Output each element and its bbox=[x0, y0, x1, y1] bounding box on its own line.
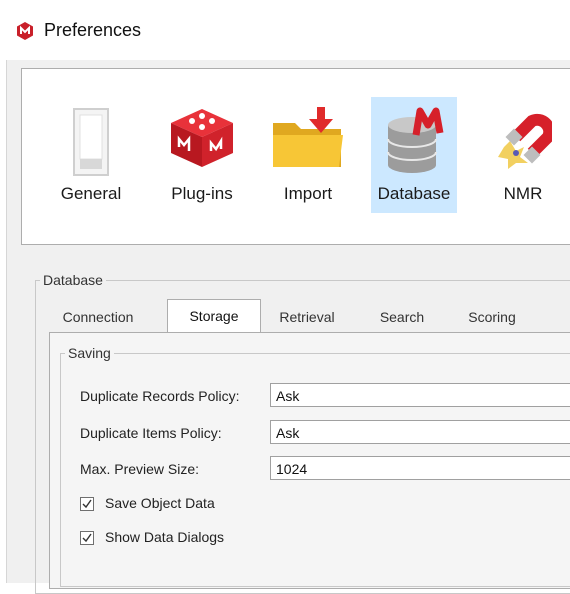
plugins-cube-icon bbox=[171, 109, 233, 167]
checkmark-icon bbox=[82, 533, 92, 543]
duplicate-records-label: Duplicate Records Policy: bbox=[80, 388, 240, 404]
checkmark-icon bbox=[82, 499, 92, 509]
duplicate-items-select[interactable]: Ask bbox=[270, 420, 570, 444]
import-folder-icon bbox=[273, 107, 343, 167]
tab-search[interactable]: Search bbox=[371, 302, 433, 332]
max-preview-size-label: Max. Preview Size: bbox=[80, 461, 200, 477]
tab-retrieval[interactable]: Retrieval bbox=[271, 302, 343, 332]
show-data-dialogs-checkbox[interactable] bbox=[80, 531, 94, 545]
preferences-body: General Plug-ins Import Database NMR Dat… bbox=[6, 60, 570, 594]
category-nmr-label: NMR bbox=[503, 184, 543, 203]
category-plugins-label: Plug-ins bbox=[171, 184, 233, 203]
save-object-data-label: Save Object Data bbox=[105, 495, 215, 511]
tab-connection[interactable]: Connection bbox=[57, 302, 139, 332]
category-database[interactable]: Database bbox=[371, 97, 457, 213]
category-import[interactable]: Import bbox=[270, 97, 346, 213]
general-switch-icon bbox=[73, 108, 109, 176]
category-general[interactable]: General bbox=[58, 97, 124, 213]
duplicate-records-select[interactable]: Ask bbox=[270, 383, 570, 407]
storage-tab-panel: Saving Duplicate Records Policy: Ask Dup… bbox=[49, 332, 570, 589]
category-database-label: Database bbox=[377, 184, 451, 203]
app-logo-icon bbox=[17, 22, 33, 40]
max-preview-size-input[interactable]: 1024 bbox=[270, 456, 570, 480]
category-general-label: General bbox=[60, 184, 122, 203]
saving-group-legend: Saving bbox=[68, 345, 111, 361]
database-group-legend: Database bbox=[43, 272, 103, 288]
tab-storage[interactable]: Storage bbox=[167, 299, 261, 333]
duplicate-items-label: Duplicate Items Policy: bbox=[80, 425, 222, 441]
window-title: Preferences bbox=[44, 20, 142, 40]
tab-scoring[interactable]: Scoring bbox=[457, 302, 527, 332]
category-import-label: Import bbox=[283, 184, 333, 203]
category-nmr[interactable]: NMR bbox=[488, 97, 558, 213]
database-icon bbox=[387, 107, 444, 173]
title-bar: Preferences bbox=[0, 0, 570, 60]
category-toolbar: General Plug-ins Import Database NMR bbox=[21, 68, 570, 245]
nmr-magnet-icon bbox=[498, 113, 552, 169]
show-data-dialogs-label: Show Data Dialogs bbox=[105, 529, 225, 545]
category-plugins[interactable]: Plug-ins bbox=[162, 97, 242, 213]
save-object-data-checkbox[interactable] bbox=[80, 497, 94, 511]
